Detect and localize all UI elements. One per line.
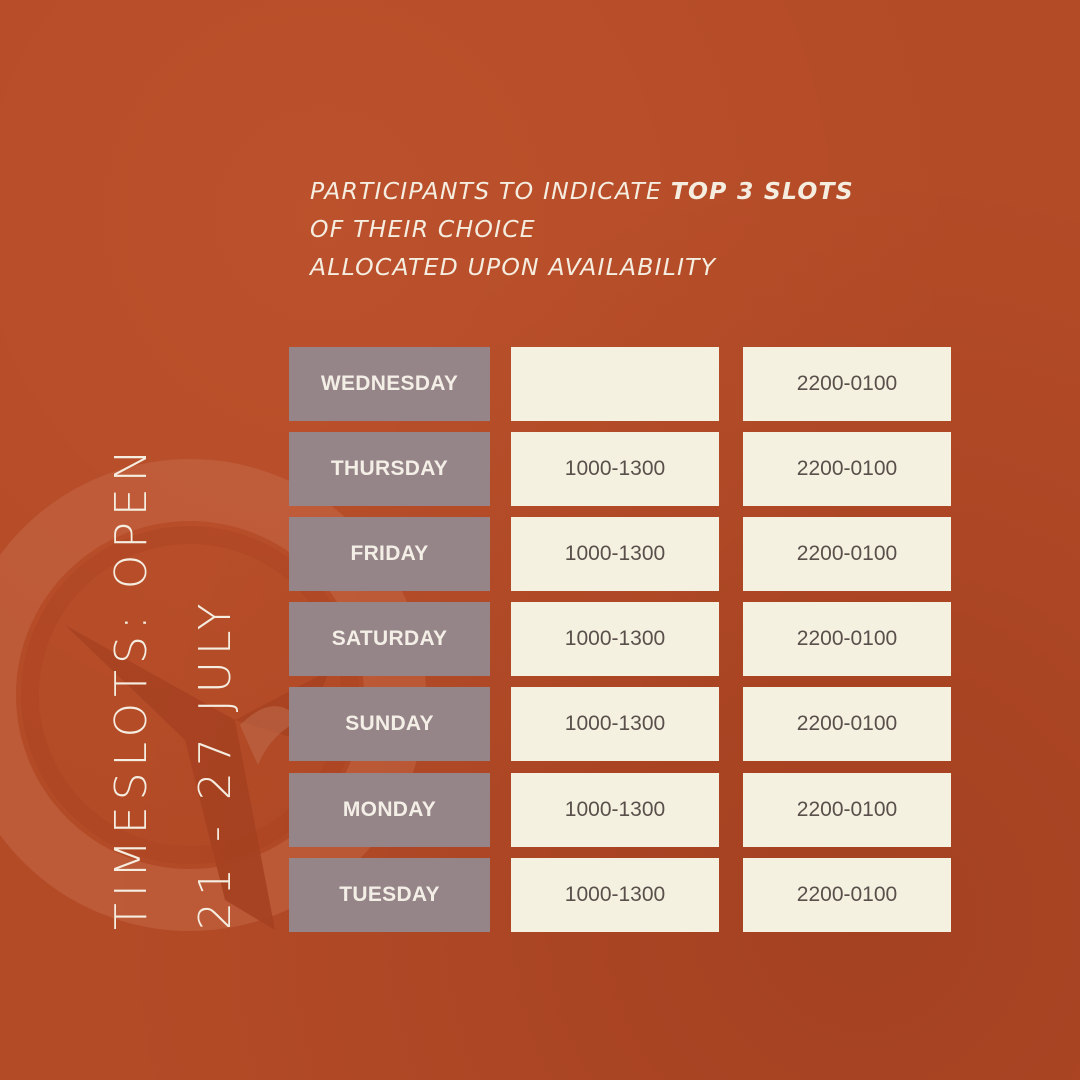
- slot-cell-morning: 1000-1300: [511, 602, 719, 676]
- instructions-heading: PARTICIPANTS TO INDICATE TOP 3 SLOTS OF …: [310, 172, 1010, 286]
- day-cell: WEDNESDAY: [289, 347, 490, 421]
- date-range-label: 21 - 27 JULY: [190, 597, 241, 930]
- day-cell: MONDAY: [289, 773, 490, 847]
- slot-cell-morning: 1000-1300: [511, 517, 719, 591]
- timeslots-open-label: TIMESLOTS: OPEN: [106, 443, 157, 930]
- slot-cell-night: 2200-0100: [743, 517, 951, 591]
- instructions-line-1: PARTICIPANTS TO INDICATE TOP 3 SLOTS: [310, 172, 1010, 210]
- slot-cell-morning: 1000-1300: [511, 432, 719, 506]
- slot-cell-morning: [511, 347, 719, 421]
- slot-cell-night: 2200-0100: [743, 602, 951, 676]
- slot-cell-morning: 1000-1300: [511, 687, 719, 761]
- instructions-emphasis: TOP 3 SLOTS: [670, 177, 854, 205]
- day-cell: SUNDAY: [289, 687, 490, 761]
- day-cell: SATURDAY: [289, 602, 490, 676]
- slot-cell-morning: 1000-1300: [511, 858, 719, 932]
- slot-cell-night: 2200-0100: [743, 687, 951, 761]
- slot-cell-night: 2200-0100: [743, 347, 951, 421]
- instructions-line-3: ALLOCATED UPON AVAILABILITY: [310, 253, 717, 281]
- slot-cell-night: 2200-0100: [743, 432, 951, 506]
- instructions-line-1-prefix: PARTICIPANTS TO INDICATE: [310, 177, 671, 205]
- slot-cell-night: 2200-0100: [743, 773, 951, 847]
- slot-cell-night: 2200-0100: [743, 858, 951, 932]
- day-cell: TUESDAY: [289, 858, 490, 932]
- instructions-line-2: OF THEIR CHOICE: [310, 215, 536, 243]
- day-cell: THURSDAY: [289, 432, 490, 506]
- day-cell: FRIDAY: [289, 517, 490, 591]
- slot-cell-morning: 1000-1300: [511, 773, 719, 847]
- timeslots-title: TIMESLOTS: OPEN 21 - 27 JULY: [90, 443, 258, 930]
